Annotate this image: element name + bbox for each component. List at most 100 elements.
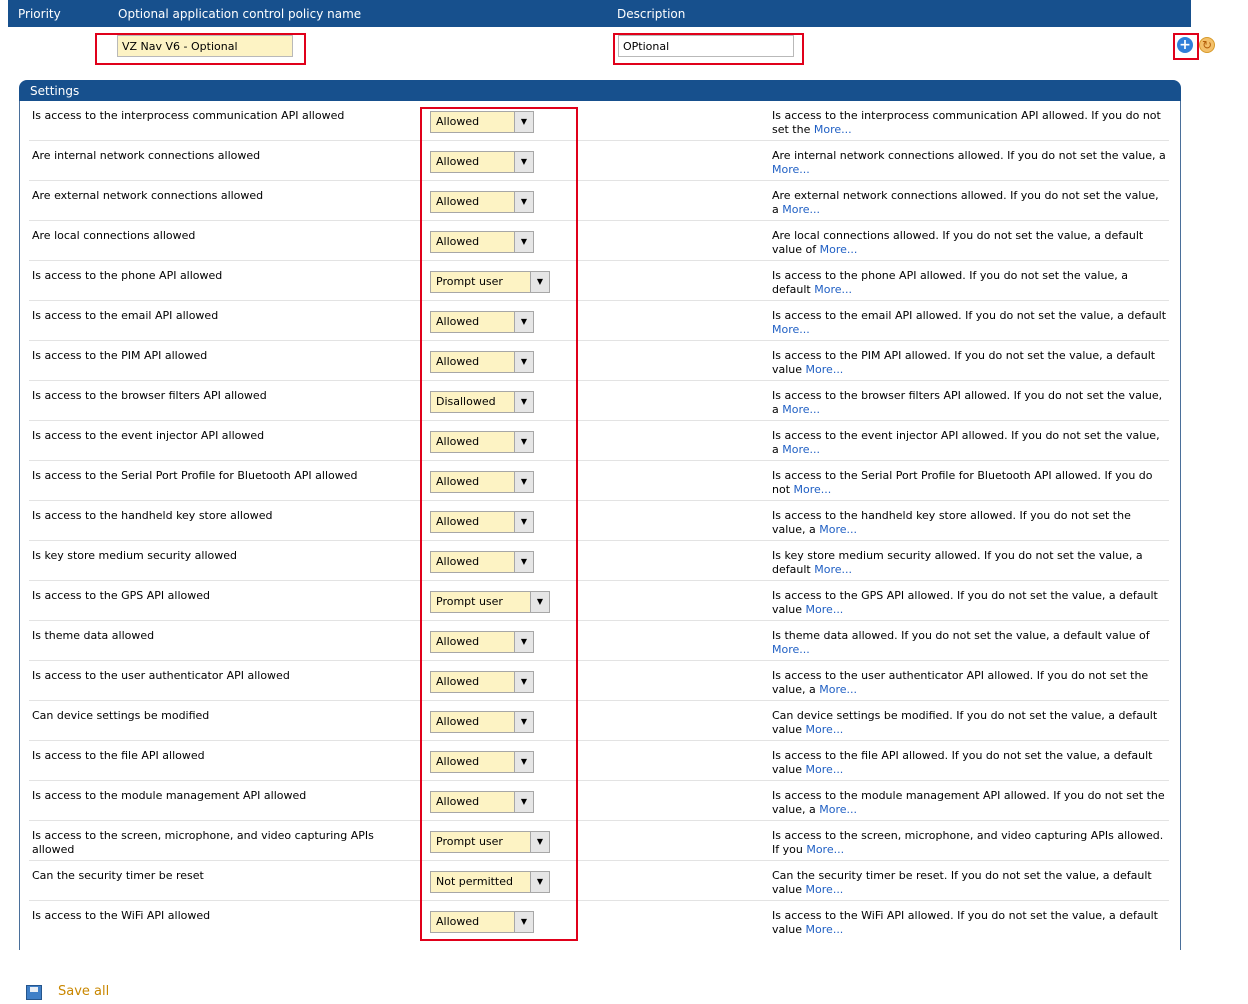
setting-description: Can the security timer be reset. If you …	[772, 869, 1167, 897]
setting-description: Is access to the WiFi API allowed. If yo…	[772, 909, 1167, 937]
setting-description: Is access to the event injector API allo…	[772, 429, 1167, 457]
more-link[interactable]: More...	[806, 763, 844, 776]
setting-row: Is access to the file API allowed Allowed…	[29, 741, 1169, 781]
more-link[interactable]: More...	[794, 483, 832, 496]
setting-description: Is access to the user authenticator API …	[772, 669, 1167, 697]
setting-description: Are local connections allowed. If you do…	[772, 229, 1167, 257]
more-link[interactable]: More...	[806, 363, 844, 376]
setting-description: Is access to the phone API allowed. If y…	[772, 269, 1167, 297]
save-all-label: Save all	[58, 984, 110, 999]
setting-label: Is access to the email API allowed	[32, 309, 219, 322]
description-text: Is access to the browser filters API all…	[772, 389, 1163, 416]
description-text: Are external network connections allowed…	[772, 189, 1159, 216]
setting-row: Is key store medium security allowed Allo…	[29, 541, 1169, 581]
setting-label: Are external network connections allowed	[32, 189, 264, 202]
setting-row: Is access to the handheld key store allo…	[29, 501, 1169, 541]
setting-row: Can device settings be modified Allowed ▼ C…	[29, 701, 1169, 741]
more-link[interactable]: More...	[814, 563, 852, 576]
setting-label: Are local connections allowed	[32, 229, 196, 242]
description-column-header: Description	[617, 7, 686, 21]
setting-label: Is access to the phone API allowed	[32, 269, 223, 282]
setting-row: Is access to the PIM API allowed Allowed ▼…	[29, 341, 1169, 381]
setting-row: Is theme data allowed Allowed ▼ Is theme da…	[29, 621, 1169, 661]
setting-label: Is access to the WiFi API allowed	[32, 909, 211, 922]
setting-row: Is access to the WiFi API allowed Allowed…	[29, 901, 1169, 941]
settings-header: Settings	[19, 80, 1181, 101]
setting-row: Is access to the user authenticator API …	[29, 661, 1169, 701]
setting-description: Is access to the handheld key store allo…	[772, 509, 1167, 537]
priority-column-header: Priority	[18, 7, 61, 21]
setting-row: Is access to the GPS API allowed Prompt u…	[29, 581, 1169, 621]
setting-row: Is access to the screen, microphone, and…	[29, 821, 1169, 861]
setting-label: Is access to the module management API a…	[32, 789, 307, 802]
policy-name-column-header: Optional application control policy name	[118, 7, 362, 21]
more-link[interactable]: More...	[814, 283, 852, 296]
policy-header-bar: Priority Optional application control po…	[8, 0, 1191, 27]
setting-row: Are internal network connections allowed…	[29, 141, 1169, 181]
highlight-name	[95, 33, 306, 65]
more-link[interactable]: More...	[782, 443, 820, 456]
settings-title: Settings	[30, 84, 80, 98]
setting-label: Can device settings be modified	[32, 709, 210, 722]
save-icon	[26, 985, 42, 1000]
setting-label: Is access to the interprocess communicat…	[32, 109, 345, 122]
refresh-icon[interactable]: ↻	[1199, 37, 1215, 53]
settings-body: Is access to the interprocess communicat…	[19, 101, 1181, 950]
more-link[interactable]: More...	[772, 323, 810, 336]
setting-description: Is access to the module management API a…	[772, 789, 1167, 817]
setting-row: Is access to the Serial Port Profile for…	[29, 461, 1169, 501]
setting-row: Is access to the event injector API allo…	[29, 421, 1169, 461]
more-link[interactable]: More...	[782, 403, 820, 416]
highlight-description	[613, 33, 804, 65]
more-link[interactable]: More...	[820, 243, 858, 256]
description-text: Is access to the email API allowed. If y…	[772, 309, 1167, 322]
more-link[interactable]: More...	[814, 123, 852, 136]
setting-label: Is theme data allowed	[32, 629, 155, 642]
setting-description: Is access to the file API allowed. If yo…	[772, 749, 1167, 777]
setting-row: Is access to the email API allowed Allowe…	[29, 301, 1169, 341]
setting-label: Is access to the event injector API allo…	[32, 429, 265, 442]
setting-row: Is access to the browser filters API all…	[29, 381, 1169, 421]
more-link[interactable]: More...	[819, 683, 857, 696]
setting-label: Is access to the PIM API allowed	[32, 349, 208, 362]
highlight-settings-column	[420, 107, 578, 941]
highlight-add	[1173, 33, 1199, 60]
more-link[interactable]: More...	[782, 203, 820, 216]
setting-description: Is access to the browser filters API all…	[772, 389, 1167, 417]
description-text: Are internal network connections allowed…	[772, 149, 1166, 162]
setting-description: Is access to the PIM API allowed. If you…	[772, 349, 1167, 377]
setting-description: Is theme data allowed. If you do not set…	[772, 629, 1167, 657]
more-link[interactable]: More...	[806, 923, 844, 936]
setting-description: Is access to the email API allowed. If y…	[772, 309, 1167, 337]
setting-description: Are internal network connections allowed…	[772, 149, 1167, 177]
setting-description: Are external network connections allowed…	[772, 189, 1167, 217]
more-link[interactable]: More...	[806, 723, 844, 736]
description-text: Is theme data allowed. If you do not set…	[772, 629, 1150, 642]
setting-label: Is access to the Serial Port Profile for…	[32, 469, 358, 482]
setting-description: Is key store medium security allowed. If…	[772, 549, 1167, 577]
setting-description: Is access to the GPS API allowed. If you…	[772, 589, 1167, 617]
setting-description: Is access to the interprocess communicat…	[772, 109, 1167, 137]
setting-row: Is access to the interprocess communicat…	[29, 101, 1169, 141]
setting-label: Is access to the handheld key store allo…	[32, 509, 273, 522]
more-link[interactable]: More...	[806, 843, 844, 856]
more-link[interactable]: More...	[806, 883, 844, 896]
settings-panel: Settings Is access to the interprocess c…	[19, 80, 1181, 950]
setting-label: Is access to the browser filters API all…	[32, 389, 267, 402]
setting-description: Can device settings be modified. If you …	[772, 709, 1167, 737]
more-link[interactable]: More...	[772, 163, 810, 176]
more-link[interactable]: More...	[806, 603, 844, 616]
more-link[interactable]: More...	[819, 803, 857, 816]
more-link[interactable]: More...	[772, 643, 810, 656]
setting-label: Is access to the screen, microphone, and…	[32, 829, 374, 856]
setting-label: Can the security timer be reset	[32, 869, 204, 882]
setting-description: Is access to the screen, microphone, and…	[772, 829, 1167, 857]
more-link[interactable]: More...	[819, 523, 857, 536]
description-text: Is access to the event injector API allo…	[772, 429, 1160, 456]
setting-label: Is access to the GPS API allowed	[32, 589, 210, 602]
setting-description: Is access to the Serial Port Profile for…	[772, 469, 1167, 497]
setting-row: Are local connections allowed Allowed ▼ Are…	[29, 221, 1169, 261]
setting-row: Is access to the module management API a…	[29, 781, 1169, 821]
setting-label: Is access to the file API allowed	[32, 749, 205, 762]
setting-row: Can the security timer be reset Not permi…	[29, 861, 1169, 901]
